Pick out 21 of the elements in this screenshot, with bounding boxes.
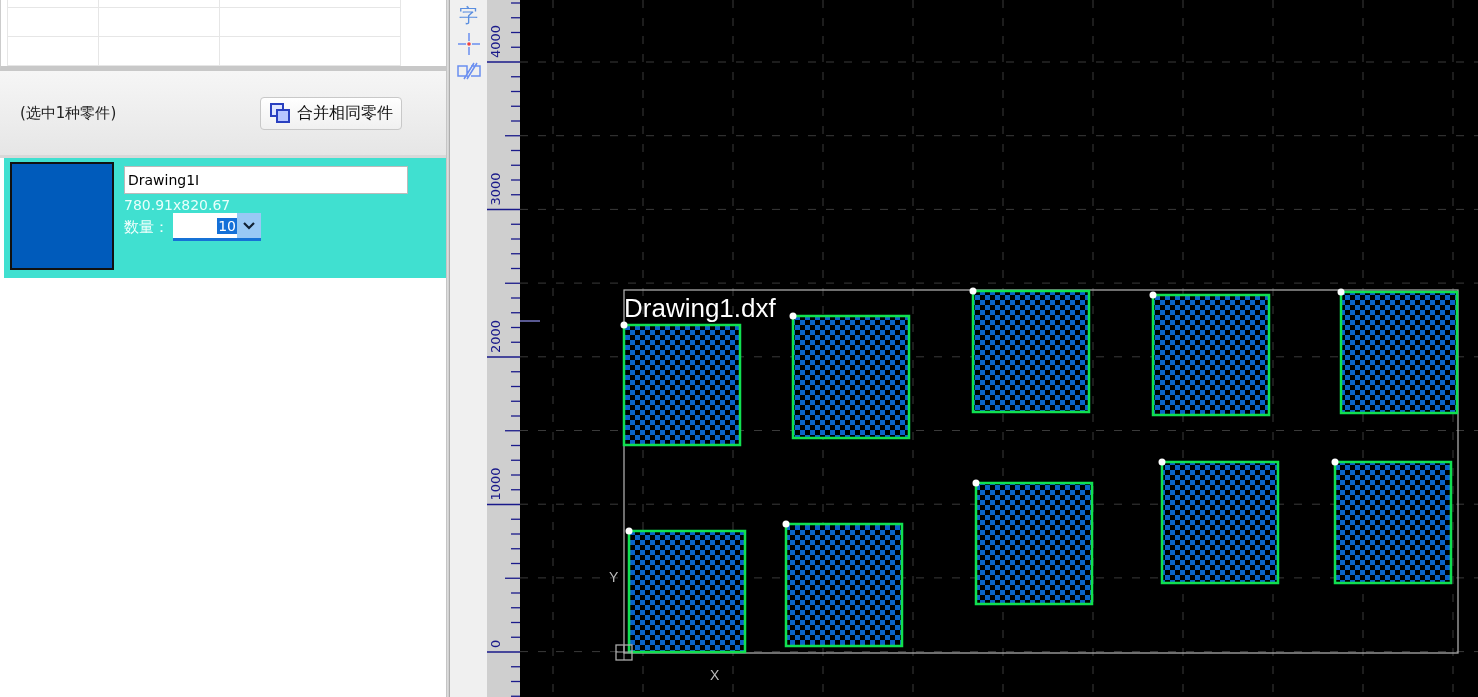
ruler-label: 2000 — [488, 319, 503, 353]
mirror-icon[interactable] — [455, 62, 482, 80]
caret-icon — [242, 220, 256, 231]
cursor-marker — [520, 320, 541, 322]
ruler-label: 0 — [488, 639, 503, 648]
merge-icon — [269, 102, 291, 124]
quantity-combobox[interactable]: 10 — [173, 213, 261, 241]
part-size: 780.91x820.67 — [124, 197, 232, 213]
x-axis-label: X — [710, 667, 720, 683]
ruler-label: 3000 — [488, 172, 503, 206]
part-name-field[interactable]: Drawing1I — [124, 166, 408, 194]
y-axis-label: Y — [609, 569, 619, 585]
merge-button[interactable]: 合并相同零件 — [260, 96, 402, 130]
crosshair-icon[interactable] — [456, 32, 481, 56]
selection-summary: (选中1种零件) — [20, 103, 117, 123]
origin-icon — [615, 644, 633, 661]
ruler-label: 1000 — [488, 467, 503, 501]
quantity-label: 数量： — [124, 217, 169, 237]
ruler-label: 4000 — [488, 24, 503, 58]
part-row[interactable]: Drawing1I 780.91x820.67 数量： 10 — [4, 158, 446, 278]
drawing-title: Drawing1.dxf — [624, 293, 776, 323]
